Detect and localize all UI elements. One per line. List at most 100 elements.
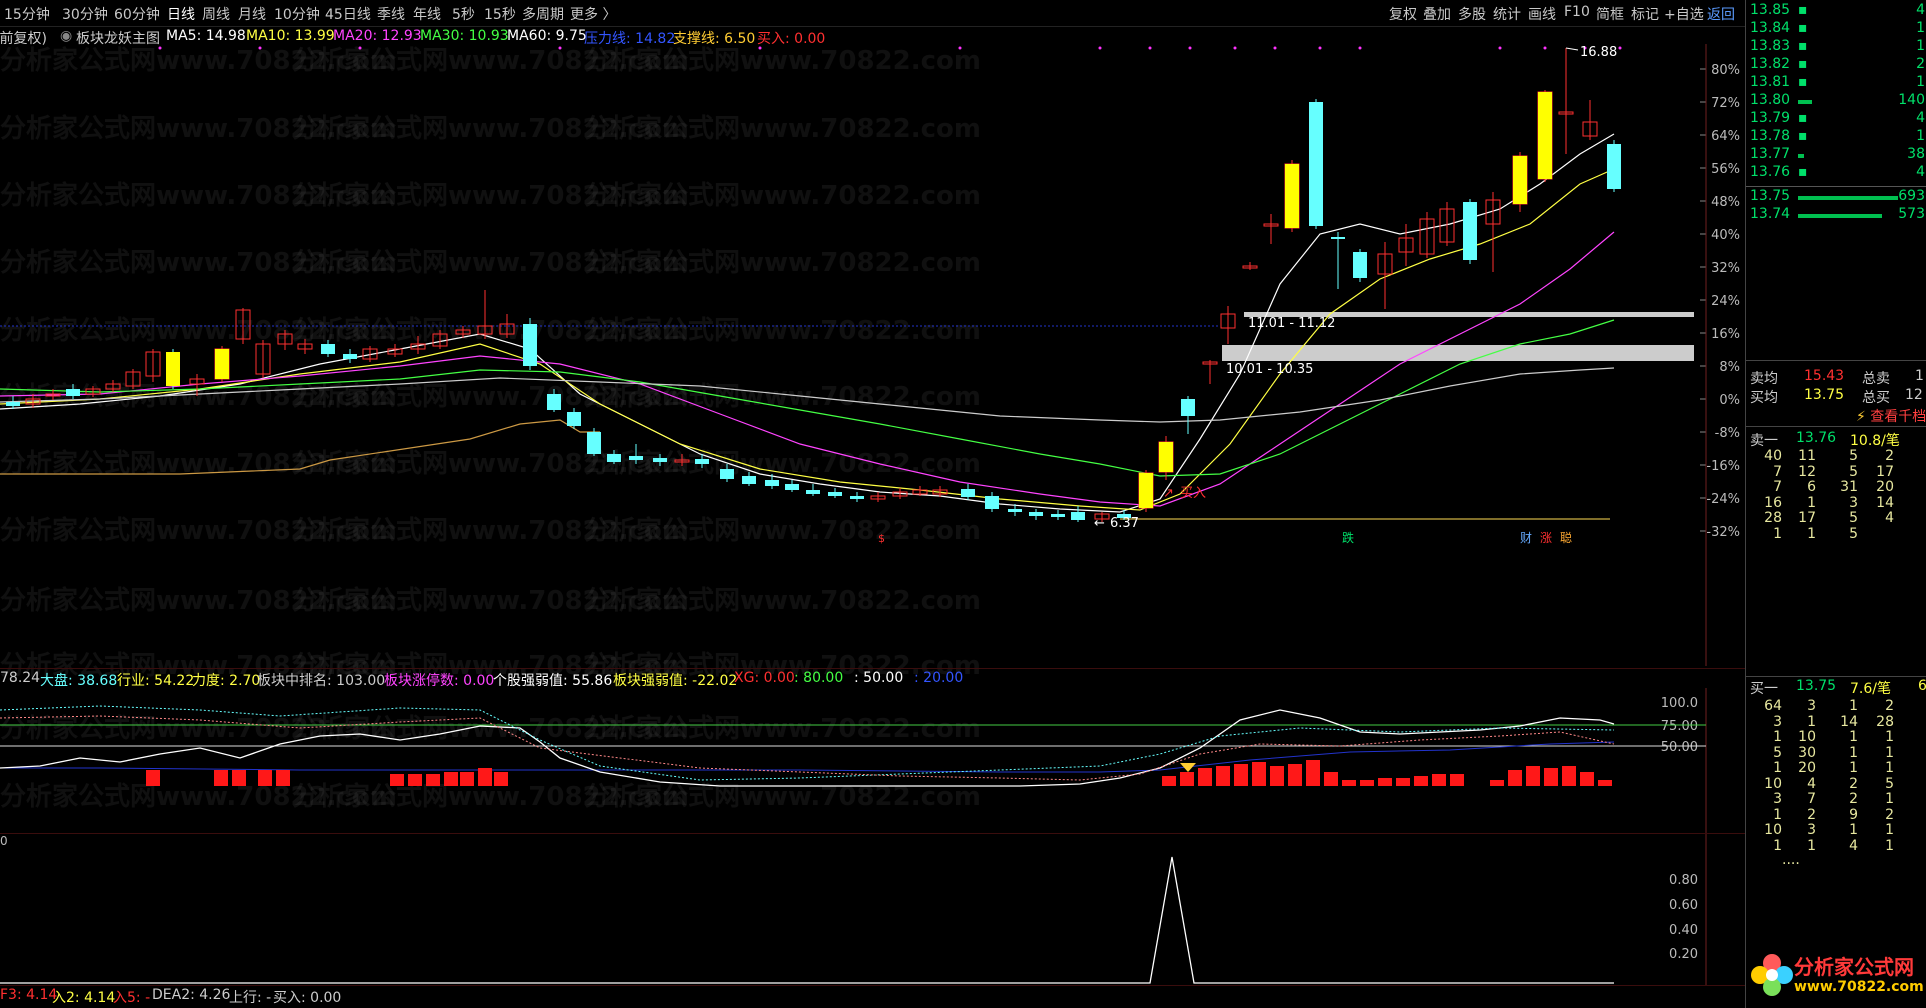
tool-button[interactable]: 画线 [1528, 4, 1556, 24]
queue-cell: 1 [1807, 713, 1816, 730]
period-tab[interactable]: 10分钟 [274, 4, 320, 24]
queue-cell: 1 [1773, 837, 1782, 854]
ask-row[interactable]: 13.84 1 ▪ [1746, 20, 1926, 38]
axis-tick-label: -32% [1706, 525, 1740, 540]
hangye-value: 行业: 54.22 [117, 673, 195, 689]
r5-value: 入5: - [113, 990, 151, 1006]
strength-indicator-chart[interactable]: 100.0 75.00 50.00 [0, 688, 1745, 833]
ask-row[interactable]: 13.85 4 ▪ [1746, 2, 1926, 20]
period-tab[interactable]: 5秒 [452, 4, 475, 24]
tool-button[interactable]: 统计 [1493, 4, 1521, 24]
sell-one-row: 卖一 13.76 10.8/笔 [1750, 430, 1900, 449]
candle-body-down [1071, 512, 1085, 520]
volume-bar [214, 770, 228, 786]
period-tab[interactable]: 30分钟 [62, 4, 108, 24]
candle-body-down [1029, 512, 1043, 516]
more-periods-button[interactable]: 更多 〉 [570, 4, 616, 24]
volume-bar [478, 768, 492, 786]
back-button[interactable]: 返回 [1707, 4, 1735, 24]
candle-body-down [653, 458, 667, 462]
queue-cell: 1 [1773, 806, 1782, 823]
period-tab[interactable]: 年线 [413, 4, 441, 24]
queue-cell: 31 [1840, 479, 1858, 495]
candle-body-down [695, 459, 709, 464]
view-depth-link[interactable]: ⚡ 查看千档 [1856, 406, 1926, 426]
ask-price: 13.77 [1750, 146, 1791, 162]
queue-cell: 40 [1764, 448, 1782, 464]
volume-bar [1490, 780, 1504, 786]
queue-cell: 2 [1807, 806, 1816, 823]
ask-row[interactable]: 13.76 4 ▪ [1746, 164, 1926, 182]
low-price-label: 6.37 [1110, 516, 1139, 531]
add-watchlist-button[interactable]: +自选 [1664, 4, 1704, 24]
period-tab[interactable]: 15秒 [484, 4, 516, 24]
tool-button[interactable]: 多股 [1458, 4, 1486, 24]
low-axis-label: 0.80 [1669, 873, 1698, 888]
ask-price: 13.78 [1750, 128, 1791, 144]
ask-volume: 140 [1898, 92, 1925, 108]
pane-divider [0, 668, 1745, 669]
stock-strength-value: 个股强弱值: 55.86 [493, 673, 613, 689]
ask-marker: ▪ [1798, 20, 1808, 36]
ask-row[interactable]: 13.77 38 [1746, 146, 1926, 164]
ask-row[interactable]: 13.82 2 ▪ [1746, 56, 1926, 74]
volume-bar [1180, 772, 1194, 786]
queue-cell: 3 [1807, 698, 1816, 714]
ask-row[interactable]: 13.83 1 ▪ [1746, 38, 1926, 56]
queue-cell: 4 [1807, 775, 1816, 792]
candle-body-down [985, 496, 999, 509]
ask-bid-divider [1746, 186, 1926, 187]
volume-bar [1270, 766, 1284, 786]
low-axis-label: 0.60 [1669, 898, 1698, 913]
candle-body-limitup [166, 352, 180, 386]
ask-marker: ▪ [1798, 74, 1808, 90]
period-tab[interactable]: 月线 [238, 4, 266, 24]
axis-tick-label: 0% [1719, 393, 1740, 408]
bid-row[interactable]: 13.74 573 [1746, 206, 1926, 224]
period-tab[interactable]: 60分钟 [114, 4, 160, 24]
period-tab[interactable]: 15分钟 [4, 4, 50, 24]
candle-body-limitup [1139, 473, 1153, 508]
ma30-line [0, 319, 1615, 477]
logo-url: www.70822.com [1794, 979, 1924, 995]
candlestick-chart[interactable]: 11.01 - 11.12 10.01 - 10.35 16.88 6.37 ← 买入 ↗ $… [0, 44, 1745, 666]
tool-button[interactable]: 复权 [1389, 4, 1417, 24]
axis-tick-label: 32% [1711, 261, 1740, 276]
buy-avg-row: 买均 13.75 总买 12 [1750, 387, 1923, 406]
ask-price: 13.85 [1750, 2, 1791, 18]
queue-cell: 2 [1849, 791, 1858, 807]
queue-cell: 1 [1849, 698, 1858, 714]
buy-one-row: 买一 13.75 7.6/笔 6 [1750, 678, 1926, 697]
ask-row[interactable]: 13.81 1 ▪ [1746, 74, 1926, 92]
volume-bar [258, 770, 272, 786]
candle-body-down [1331, 237, 1345, 239]
signal-dot [1618, 46, 1622, 50]
volume-bar [426, 774, 440, 786]
tool-button[interactable]: F10 [1564, 4, 1590, 20]
ask-row[interactable]: 13.80 140 [1746, 92, 1926, 110]
dapan-value: 大盘: 38.68 [40, 673, 118, 689]
bid-row[interactable]: 13.75 693 [1746, 188, 1926, 206]
volume-bar [1378, 778, 1392, 786]
volume-bar [1450, 774, 1464, 786]
ask-row[interactable]: 13.79 4 ▪ [1746, 110, 1926, 128]
limitup-value: 板块涨停数: 0.00 [384, 673, 495, 689]
volume-bar [1414, 776, 1428, 786]
period-tab[interactable]: 周线 [202, 4, 230, 24]
candle-body-down [567, 412, 581, 426]
annotations: 11.01 - 11.12 10.01 - 10.35 16.88 6.37 ← 买入 ↗ $… [878, 45, 1617, 545]
volume-bar [1508, 770, 1522, 786]
tool-button[interactable]: 标记 [1631, 4, 1659, 24]
signal-indicator-chart[interactable]: 0 0.80 0.60 0.40 0.20 [0, 833, 1745, 985]
tool-button[interactable]: 简框 [1596, 4, 1624, 24]
line80-value: : 80.00 [794, 670, 844, 686]
ask-row[interactable]: 13.78 1 ▪ [1746, 128, 1926, 146]
period-tab[interactable]: 多周期 [522, 4, 564, 24]
period-tab[interactable]: 45日线 [325, 4, 371, 24]
gear-icon[interactable]: ◉ [60, 28, 72, 44]
queue-cell: 4 [1849, 837, 1858, 854]
ask-volume: 4 [1916, 110, 1925, 126]
period-tab[interactable]: 季线 [377, 4, 405, 24]
period-tab-active[interactable]: 日线 [167, 4, 195, 24]
tool-button[interactable]: 叠加 [1423, 4, 1451, 24]
